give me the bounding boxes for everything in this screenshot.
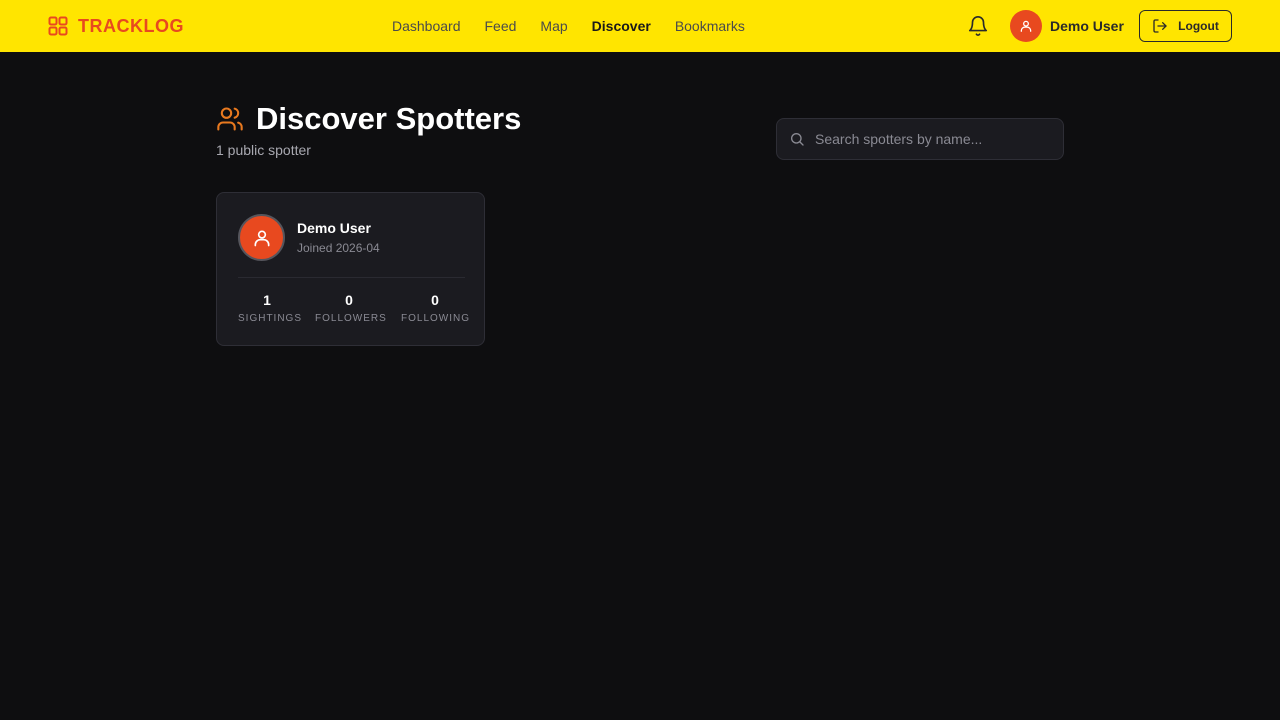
stat-following: 0 Following [401, 291, 469, 326]
user-menu[interactable]: Demo User [1010, 10, 1124, 42]
user-icon [1020, 20, 1032, 32]
main-nav: Dashboard Feed Map Discover Bookmarks [392, 0, 745, 52]
card-divider [238, 277, 465, 278]
nav-item-feed[interactable]: Feed [485, 16, 517, 36]
bell-icon[interactable] [967, 15, 989, 37]
top-navigation-bar: TRACKLOG Dashboard Feed Map Discover Boo… [0, 0, 1280, 52]
nav-item-dashboard[interactable]: Dashboard [392, 16, 461, 36]
spotter-avatar [238, 214, 285, 261]
logout-icon [1153, 19, 1167, 33]
stat-followers: 0 Followers [315, 291, 387, 326]
grid-logo-icon [48, 16, 68, 36]
spotter-count: 1 public spotter [216, 142, 311, 158]
stat-sightings: 1 Sightings [238, 291, 303, 326]
search-input[interactable] [815, 131, 1045, 147]
page-title: Discover Spotters [256, 101, 522, 136]
stat-label: Following [401, 313, 471, 324]
user-icon [254, 230, 269, 246]
stat-label: Sightings [238, 313, 303, 324]
user-name: Demo User [1050, 18, 1124, 34]
stat-label: Followers [315, 313, 387, 324]
search-icon [791, 133, 804, 146]
logout-label: Logout [1178, 19, 1219, 33]
nav-item-bookmarks[interactable]: Bookmarks [675, 16, 745, 36]
search-box [776, 118, 1064, 160]
stat-value: 0 [345, 292, 353, 308]
spotter-card[interactable]: Demo User Joined 2026-04 1 Sightings 0 F… [216, 192, 485, 346]
spotter-name: Demo User [297, 220, 371, 236]
stat-value: 0 [431, 292, 439, 308]
page-heading: Discover Spotters [216, 101, 521, 137]
logout-button[interactable]: Logout [1139, 10, 1232, 42]
spotter-joined-date: Joined 2026-04 [297, 241, 380, 255]
users-icon [217, 107, 243, 131]
stat-value: 1 [263, 292, 271, 308]
nav-item-map[interactable]: Map [540, 16, 567, 36]
nav-item-discover[interactable]: Discover [592, 16, 651, 36]
brand-name: TRACKLOG [78, 16, 184, 36]
user-avatar [1010, 10, 1042, 42]
spotter-stats: 1 Sightings 0 Followers 0 Following [217, 291, 486, 327]
brand-logo-link[interactable]: TRACKLOG [48, 14, 184, 38]
